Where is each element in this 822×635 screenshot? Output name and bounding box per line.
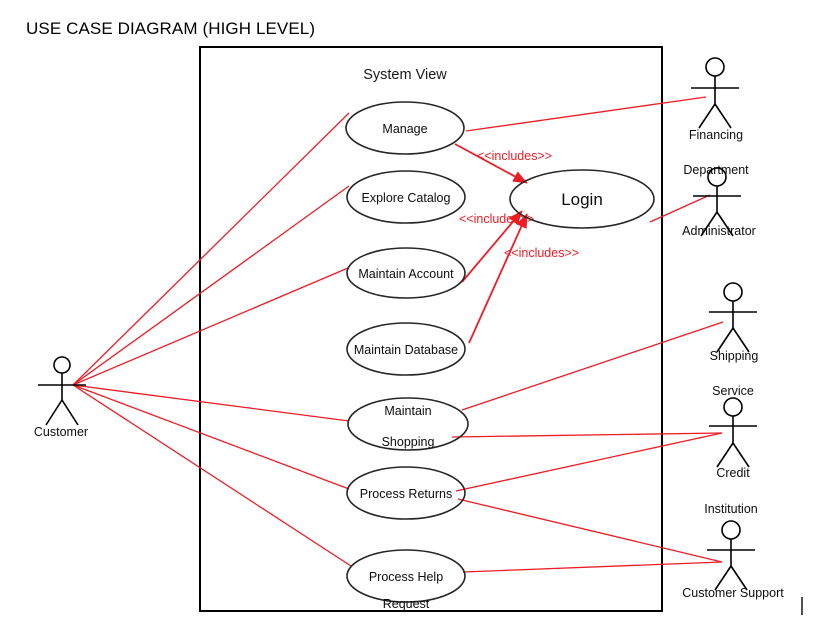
actor-label-customer-support: Customer Support [682,586,784,600]
actor-label-financing: Financing [689,128,743,142]
actor-leg-right [61,399,79,426]
actor-credit-institution[interactable]: Credit Institution [704,397,758,516]
actor-label-department: Department [683,163,749,177]
use-case-diagram-canvas: USE CASE DIAGRAM (HIGH LEVEL) System Vie… [0,0,822,635]
actor-leg-left [716,442,734,468]
system-boundary-box [199,46,663,612]
actor-head-icon [705,57,725,77]
include-label-maintain-database-login: <<includes>> [504,246,579,260]
assoc-financing-manage [465,96,707,132]
use-case-label: Manage [382,122,427,136]
assoc-customer-manage [72,112,350,386]
actor-leg-left [45,399,63,426]
actor-customer-support[interactable]: Customer Support [682,520,784,600]
use-case-label: Login [561,190,603,209]
use-case-login[interactable]: Login [509,169,655,229]
actor-label-customer: Customer [34,425,88,439]
include-label-manage-login: <<includes>> [477,149,552,163]
actor-leg-left [698,103,716,129]
assoc-credit-process-returns [455,432,723,492]
actor-head-icon [53,356,71,374]
actor-label-service: Service [712,384,754,398]
actor-label-administrator: Administrator [682,224,756,238]
actor-financing-department[interactable]: Financing Department [683,57,749,177]
actor-head-icon [723,282,743,302]
use-case-label: Maintain Account [358,267,454,281]
system-boundary-label: System View [363,67,447,83]
assoc-administrator-login [649,194,711,223]
assoc-support-process-help [462,561,723,573]
use-case-process-help[interactable]: Process Help Request [346,549,466,611]
use-case-maintain-account[interactable]: Maintain Account [346,247,466,299]
assoc-customer-process-help [72,384,352,567]
use-case-label: Process Returns [360,487,452,501]
assoc-shipping-maintain-shopping [461,321,724,411]
use-case-label: Maintain [384,404,431,418]
actor-label-institution: Institution [704,502,758,516]
use-case-maintain-shopping[interactable]: Maintain Shopping [347,397,469,451]
use-case-label: Explore Catalog [362,191,451,205]
include-relations-group: <<includes>> <<includes>> <<includes>> [454,143,579,344]
use-case-explore-catalog[interactable]: Explore Catalog [346,170,466,224]
include-arrow-maintain-database-login [468,213,528,344]
actor-leg-right [714,103,732,129]
actor-head-icon [721,520,741,540]
assoc-customer-process-returns [72,384,350,490]
use-case-label-line2: Request [383,597,430,611]
include-label-maintain-account-login: <<includes>> [459,212,534,226]
use-case-maintain-database[interactable]: Maintain Database [346,322,466,376]
use-case-label-line2: Shopping [382,435,435,449]
use-case-manage[interactable]: Manage [345,101,465,155]
actor-head-icon [723,397,743,417]
actor-customer[interactable]: Customer [34,356,88,439]
assoc-customer-maintain-shopping [72,384,350,422]
assoc-support-process-returns [457,498,723,563]
use-case-label: Maintain Database [354,343,458,357]
actor-label-credit: Credit [716,466,750,480]
assoc-credit-maintain-shopping [451,432,723,438]
actor-label-shipping: Shipping [710,349,759,363]
use-case-label: Process Help [369,570,443,584]
actor-shipping-service[interactable]: Shipping Service [709,282,759,398]
actor-leg-right [732,442,750,468]
use-case-process-returns[interactable]: Process Returns [346,466,466,520]
page-title: USE CASE DIAGRAM (HIGH LEVEL) [26,19,315,38]
